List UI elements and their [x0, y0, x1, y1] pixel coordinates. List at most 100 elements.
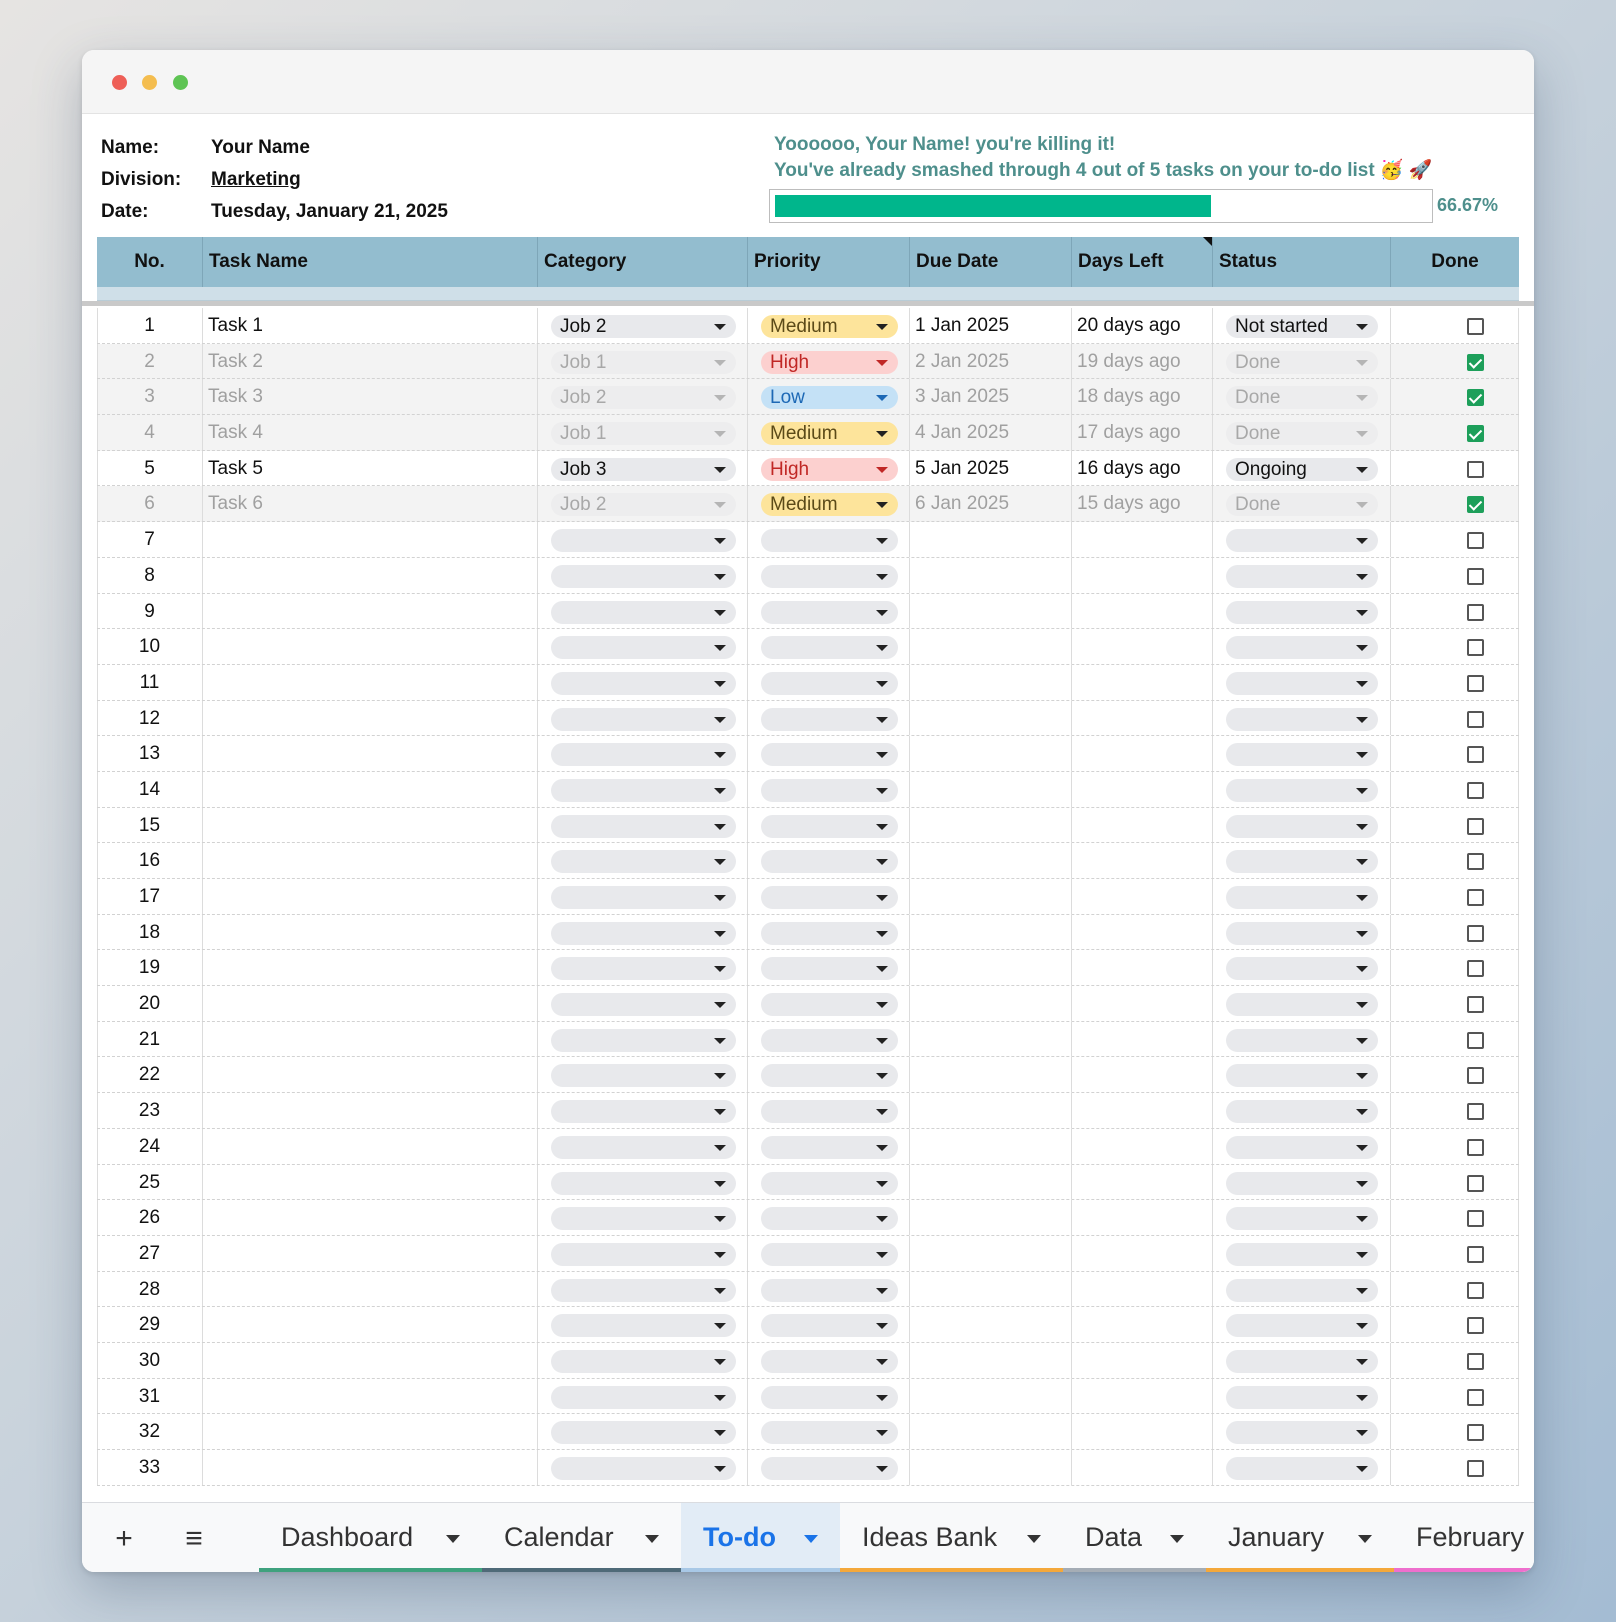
done-checkbox[interactable] [1467, 1460, 1484, 1477]
done-checkbox[interactable] [1467, 1174, 1484, 1192]
done-checkbox[interactable] [1467, 318, 1484, 335]
due-date-cell[interactable]: 1 Jan 2025 [915, 308, 1009, 344]
status-dropdown[interactable]: Done [1226, 422, 1378, 446]
task-name-cell[interactable] [208, 1165, 533, 1201]
status-dropdown[interactable] [1226, 1064, 1378, 1088]
done-checkbox[interactable] [1467, 496, 1484, 514]
priority-dropdown[interactable] [761, 671, 898, 695]
task-name-cell[interactable]: Task 2 [208, 344, 533, 380]
status-dropdown[interactable] [1226, 707, 1378, 731]
column-header-priority[interactable]: Priority [747, 237, 909, 287]
task-name-cell[interactable] [208, 1022, 533, 1058]
done-checkbox[interactable] [1467, 567, 1484, 585]
category-dropdown[interactable] [551, 1064, 736, 1088]
priority-dropdown[interactable] [761, 1278, 898, 1302]
priority-dropdown[interactable] [761, 1421, 898, 1445]
column-header-task-name[interactable]: Task Name [202, 237, 537, 287]
status-dropdown[interactable] [1226, 529, 1378, 553]
task-name-cell[interactable] [208, 1272, 533, 1308]
category-dropdown[interactable] [551, 1171, 736, 1195]
done-checkbox[interactable] [1467, 746, 1484, 764]
task-name-cell[interactable] [208, 701, 533, 737]
category-dropdown[interactable] [551, 814, 736, 838]
priority-dropdown[interactable] [761, 707, 898, 731]
status-dropdown[interactable] [1226, 743, 1378, 767]
done-checkbox[interactable] [1467, 781, 1484, 799]
category-dropdown[interactable] [551, 778, 736, 802]
sheet-tab-to-do[interactable]: To-do [681, 1503, 840, 1572]
category-dropdown[interactable]: Job 1 [551, 422, 736, 446]
status-dropdown[interactable] [1226, 1349, 1378, 1373]
close-window-button[interactable] [112, 75, 127, 90]
priority-dropdown[interactable] [761, 743, 898, 767]
priority-dropdown[interactable] [761, 1385, 898, 1409]
sheet-tab-ideas-bank[interactable]: Ideas Bank [840, 1503, 1063, 1572]
date-value[interactable]: Tuesday, January 21, 2025 [211, 196, 448, 228]
category-dropdown[interactable] [551, 1207, 736, 1231]
task-name-cell[interactable] [208, 1093, 533, 1129]
status-dropdown[interactable] [1226, 1028, 1378, 1052]
status-dropdown[interactable] [1226, 1207, 1378, 1231]
minimize-window-button[interactable] [142, 75, 157, 90]
task-name-cell[interactable] [208, 736, 533, 772]
category-dropdown[interactable]: Job 3 [551, 457, 736, 481]
task-name-cell[interactable]: Task 3 [208, 379, 533, 415]
task-name-cell[interactable]: Task 4 [208, 415, 533, 451]
priority-dropdown[interactable] [761, 1028, 898, 1052]
chevron-down-icon[interactable] [804, 1535, 818, 1543]
status-dropdown[interactable] [1226, 778, 1378, 802]
due-date-cell[interactable]: 3 Jan 2025 [915, 379, 1009, 415]
priority-dropdown[interactable] [761, 957, 898, 981]
column-header-done[interactable]: Done [1390, 237, 1519, 287]
done-checkbox[interactable] [1467, 1103, 1484, 1121]
task-name-cell[interactable] [208, 843, 533, 879]
task-name-cell[interactable] [208, 594, 533, 630]
category-dropdown[interactable] [551, 1385, 736, 1409]
done-checkbox[interactable] [1467, 853, 1484, 871]
due-date-cell[interactable]: 2 Jan 2025 [915, 344, 1009, 380]
column-header-due-date[interactable]: Due Date [909, 237, 1071, 287]
category-dropdown[interactable]: Job 2 [551, 493, 736, 517]
priority-dropdown[interactable] [761, 1349, 898, 1373]
task-name-cell[interactable]: Task 6 [208, 486, 533, 522]
plus-icon[interactable]: + [102, 1517, 146, 1561]
status-dropdown[interactable] [1226, 921, 1378, 945]
priority-dropdown[interactable] [761, 1064, 898, 1088]
category-dropdown[interactable] [551, 1100, 736, 1124]
done-checkbox[interactable] [1467, 1424, 1484, 1442]
status-dropdown[interactable] [1226, 671, 1378, 695]
status-dropdown[interactable]: Done [1226, 350, 1378, 374]
done-checkbox[interactable] [1467, 1317, 1484, 1335]
category-dropdown[interactable] [551, 1349, 736, 1373]
priority-dropdown[interactable] [761, 1242, 898, 1266]
priority-dropdown[interactable] [761, 886, 898, 909]
status-dropdown[interactable]: Done [1226, 493, 1378, 517]
task-name-cell[interactable]: Task 1 [208, 308, 533, 344]
status-dropdown[interactable] [1226, 1278, 1378, 1302]
status-dropdown[interactable] [1226, 993, 1378, 1017]
task-name-cell[interactable] [208, 1200, 533, 1236]
category-dropdown[interactable] [551, 1278, 736, 1302]
status-dropdown[interactable] [1226, 850, 1378, 874]
done-checkbox[interactable] [1467, 389, 1484, 407]
priority-dropdown[interactable]: Medium [761, 493, 898, 517]
task-name-cell[interactable] [208, 1379, 533, 1415]
task-name-cell[interactable] [208, 558, 533, 594]
priority-dropdown[interactable]: Medium [761, 422, 898, 446]
done-checkbox[interactable] [1467, 889, 1484, 906]
menu-icon[interactable]: ≡ [172, 1517, 216, 1561]
task-name-cell[interactable] [208, 915, 533, 951]
status-dropdown[interactable] [1226, 1385, 1378, 1409]
status-dropdown[interactable]: Ongoing [1226, 457, 1378, 481]
task-name-cell[interactable] [208, 1343, 533, 1379]
priority-dropdown[interactable] [761, 600, 898, 624]
done-checkbox[interactable] [1467, 353, 1484, 371]
category-dropdown[interactable] [551, 564, 736, 588]
category-dropdown[interactable] [551, 743, 736, 767]
status-dropdown[interactable] [1226, 600, 1378, 624]
category-dropdown[interactable] [551, 1135, 736, 1159]
status-dropdown[interactable]: Not started [1226, 315, 1378, 338]
task-name-cell[interactable] [208, 1450, 533, 1486]
status-dropdown[interactable] [1226, 814, 1378, 838]
task-name-cell[interactable] [208, 808, 533, 844]
